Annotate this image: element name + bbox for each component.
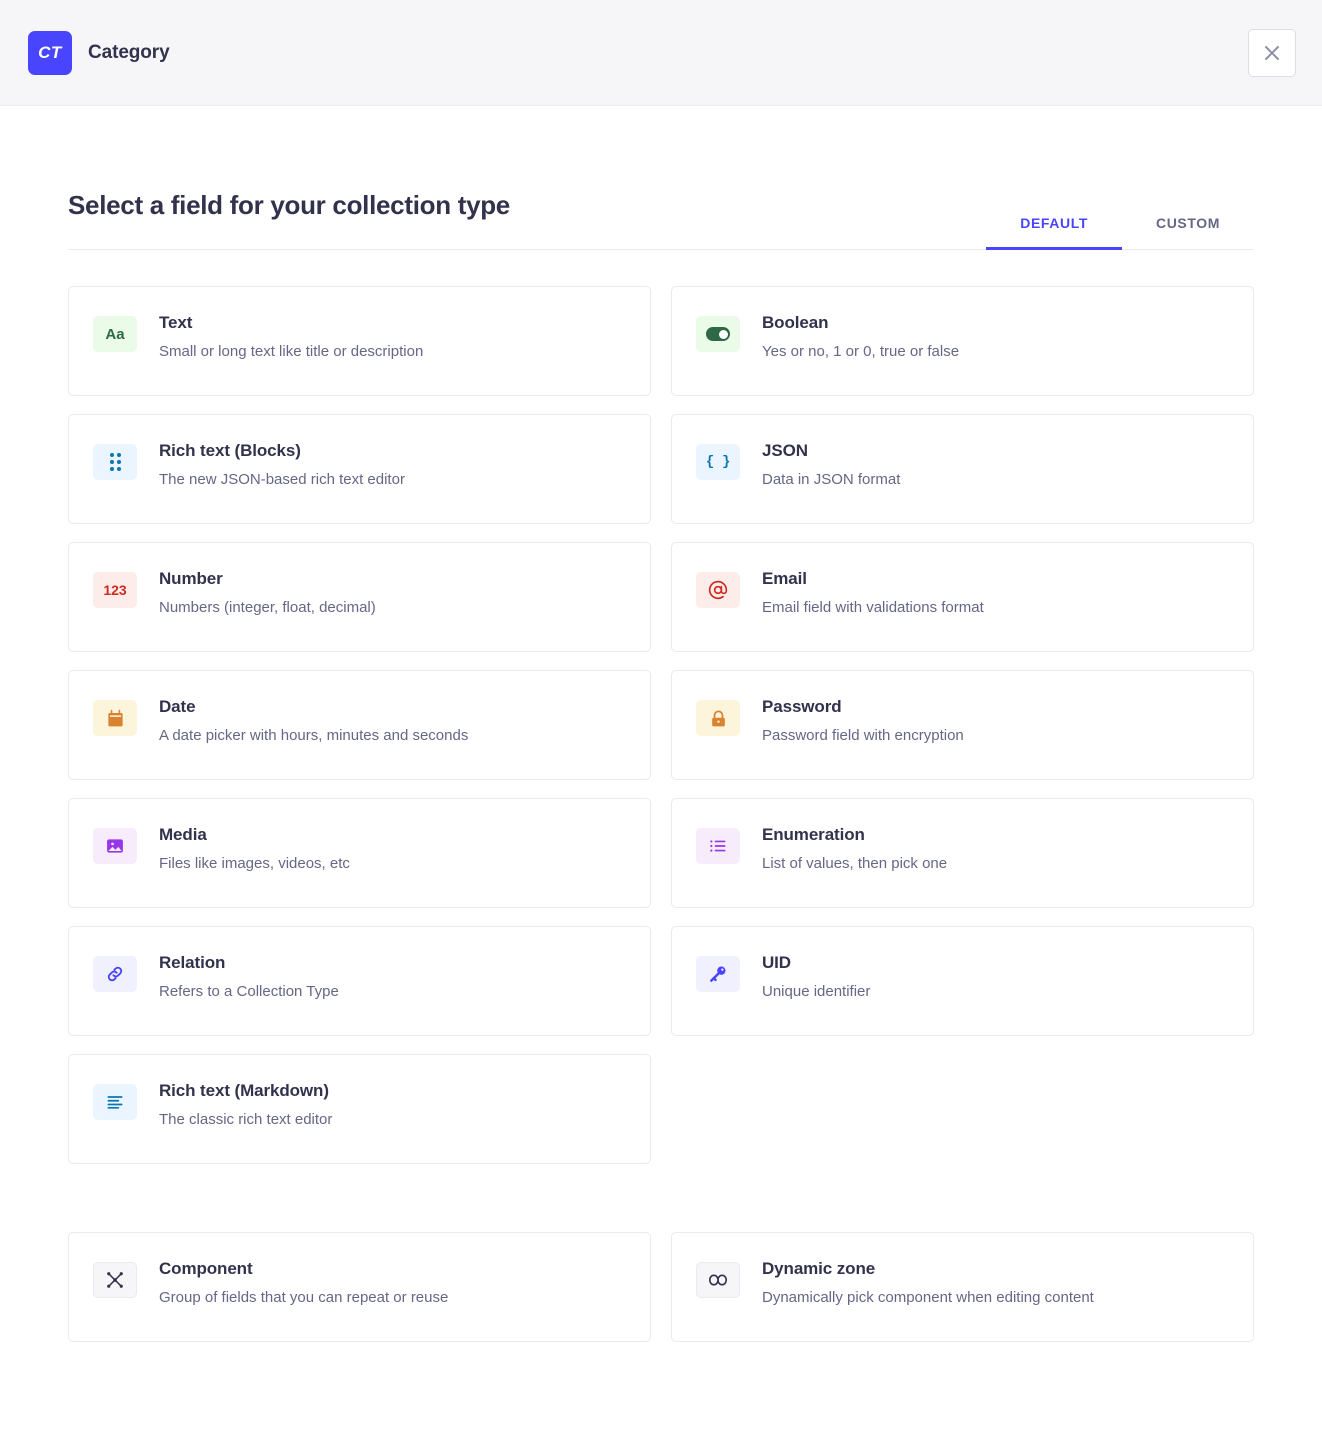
number-123-icon-glyph: 123 (103, 583, 126, 597)
list-icon-glyph (708, 836, 728, 856)
field-card-title: UID (762, 952, 870, 974)
list-icon (696, 828, 740, 864)
default-field-grid: Aa Text Small or long text like title or… (68, 286, 1254, 1164)
field-card-boolean[interactable]: Boolean Yes or no, 1 or 0, true or false (671, 286, 1254, 396)
image-icon-glyph (105, 836, 125, 856)
calendar-icon (93, 700, 137, 736)
field-card-description: Numbers (integer, float, decimal) (159, 596, 376, 619)
field-card-description: The classic rich text editor (159, 1108, 332, 1131)
braces-icon-glyph: { } (706, 455, 730, 469)
field-card-title: Dynamic zone (762, 1258, 1094, 1280)
field-card-title: Text (159, 312, 423, 334)
field-card-title: Date (159, 696, 468, 718)
component-nodes-icon (93, 1262, 137, 1298)
tab-list: DEFAULT CUSTOM (986, 205, 1254, 249)
field-card-password[interactable]: Password Password field with encryption (671, 670, 1254, 780)
field-card-description: The new JSON-based rich text editor (159, 468, 405, 491)
key-icon-glyph (708, 964, 728, 984)
key-icon (696, 956, 740, 992)
lock-icon (696, 700, 740, 736)
infinity-icon-glyph (706, 1270, 730, 1290)
field-card-relation[interactable]: Relation Refers to a Collection Type (68, 926, 651, 1036)
infinity-icon (696, 1262, 740, 1298)
field-card-title: Boolean (762, 312, 959, 334)
collection-type-badge: CT (28, 31, 72, 75)
number-123-icon: 123 (93, 572, 137, 608)
field-card-title: Rich text (Markdown) (159, 1080, 332, 1102)
field-card-title: Component (159, 1258, 448, 1280)
at-sign-icon-glyph (708, 580, 728, 600)
field-card-title: Password (762, 696, 964, 718)
page-title: Category (88, 42, 170, 64)
tab-custom[interactable]: CUSTOM (1122, 205, 1254, 250)
field-card-text[interactable]: Aa Text Small or long text like title or… (68, 286, 651, 396)
field-card-description: Group of fields that you can repeat or r… (159, 1286, 448, 1309)
at-sign-icon (696, 572, 740, 608)
field-card-title: Enumeration (762, 824, 947, 846)
field-card-json[interactable]: { } JSON Data in JSON format (671, 414, 1254, 524)
field-card-rich-text-markdown[interactable]: Rich text (Markdown) The classic rich te… (68, 1054, 651, 1164)
field-card-title: JSON (762, 440, 900, 462)
field-card-rich-text-blocks[interactable]: Rich text (Blocks) The new JSON-based ri… (68, 414, 651, 524)
breadcrumb: CT Category (28, 31, 170, 75)
blocks-dots-icon-grid (110, 453, 121, 471)
field-card-title: Rich text (Blocks) (159, 440, 405, 462)
close-icon (1264, 45, 1280, 61)
section-title: Select a field for your collection type (68, 190, 510, 249)
field-card-description: List of values, then pick one (762, 852, 947, 875)
field-card-description: Unique identifier (762, 980, 870, 1003)
field-card-title: Email (762, 568, 984, 590)
modal-body: Select a field for your collection type … (0, 106, 1322, 1402)
field-card-title: Number (159, 568, 376, 590)
field-card-enumeration[interactable]: Enumeration List of values, then pick on… (671, 798, 1254, 908)
field-card-number[interactable]: 123 Number Numbers (integer, float, deci… (68, 542, 651, 652)
field-card-date[interactable]: Date A date picker with hours, minutes a… (68, 670, 651, 780)
section-header: Select a field for your collection type … (68, 106, 1254, 250)
text-aa-icon: Aa (93, 316, 137, 352)
field-card-media[interactable]: Media Files like images, videos, etc (68, 798, 651, 908)
braces-icon: { } (696, 444, 740, 480)
field-card-description: Refers to a Collection Type (159, 980, 339, 1003)
field-card-description: Data in JSON format (762, 468, 900, 491)
markdown-lines-icon (93, 1084, 137, 1120)
field-card-title: Relation (159, 952, 339, 974)
image-icon (93, 828, 137, 864)
toggle-icon-pill (706, 327, 730, 341)
field-card-component[interactable]: Component Group of fields that you can r… (68, 1232, 651, 1342)
field-card-uid[interactable]: UID Unique identifier (671, 926, 1254, 1036)
markdown-lines-icon-glyph (105, 1092, 125, 1112)
calendar-icon-glyph (106, 709, 125, 728)
lock-icon-glyph (709, 709, 728, 728)
field-card-description: Password field with encryption (762, 724, 964, 747)
toggle-icon (696, 316, 740, 352)
text-aa-icon-glyph: Aa (105, 327, 124, 342)
advanced-field-grid: Component Group of fields that you can r… (68, 1232, 1254, 1402)
field-card-description: Small or long text like title or descrip… (159, 340, 423, 363)
link-icon-glyph (105, 964, 125, 984)
field-card-description: Files like images, videos, etc (159, 852, 350, 875)
field-card-email[interactable]: Email Email field with validations forma… (671, 542, 1254, 652)
field-card-description: Email field with validations format (762, 596, 984, 619)
field-card-title: Media (159, 824, 350, 846)
field-card-dynamic-zone[interactable]: Dynamic zone Dynamically pick component … (671, 1232, 1254, 1342)
modal-header: CT Category (0, 0, 1322, 106)
close-button[interactable] (1248, 29, 1296, 77)
link-icon (93, 956, 137, 992)
field-card-description: Dynamically pick component when editing … (762, 1286, 1094, 1309)
tab-default[interactable]: DEFAULT (986, 205, 1122, 250)
component-nodes-icon-glyph (105, 1270, 125, 1290)
blocks-dots-icon (93, 444, 137, 480)
field-card-description: A date picker with hours, minutes and se… (159, 724, 468, 747)
field-card-description: Yes or no, 1 or 0, true or false (762, 340, 959, 363)
